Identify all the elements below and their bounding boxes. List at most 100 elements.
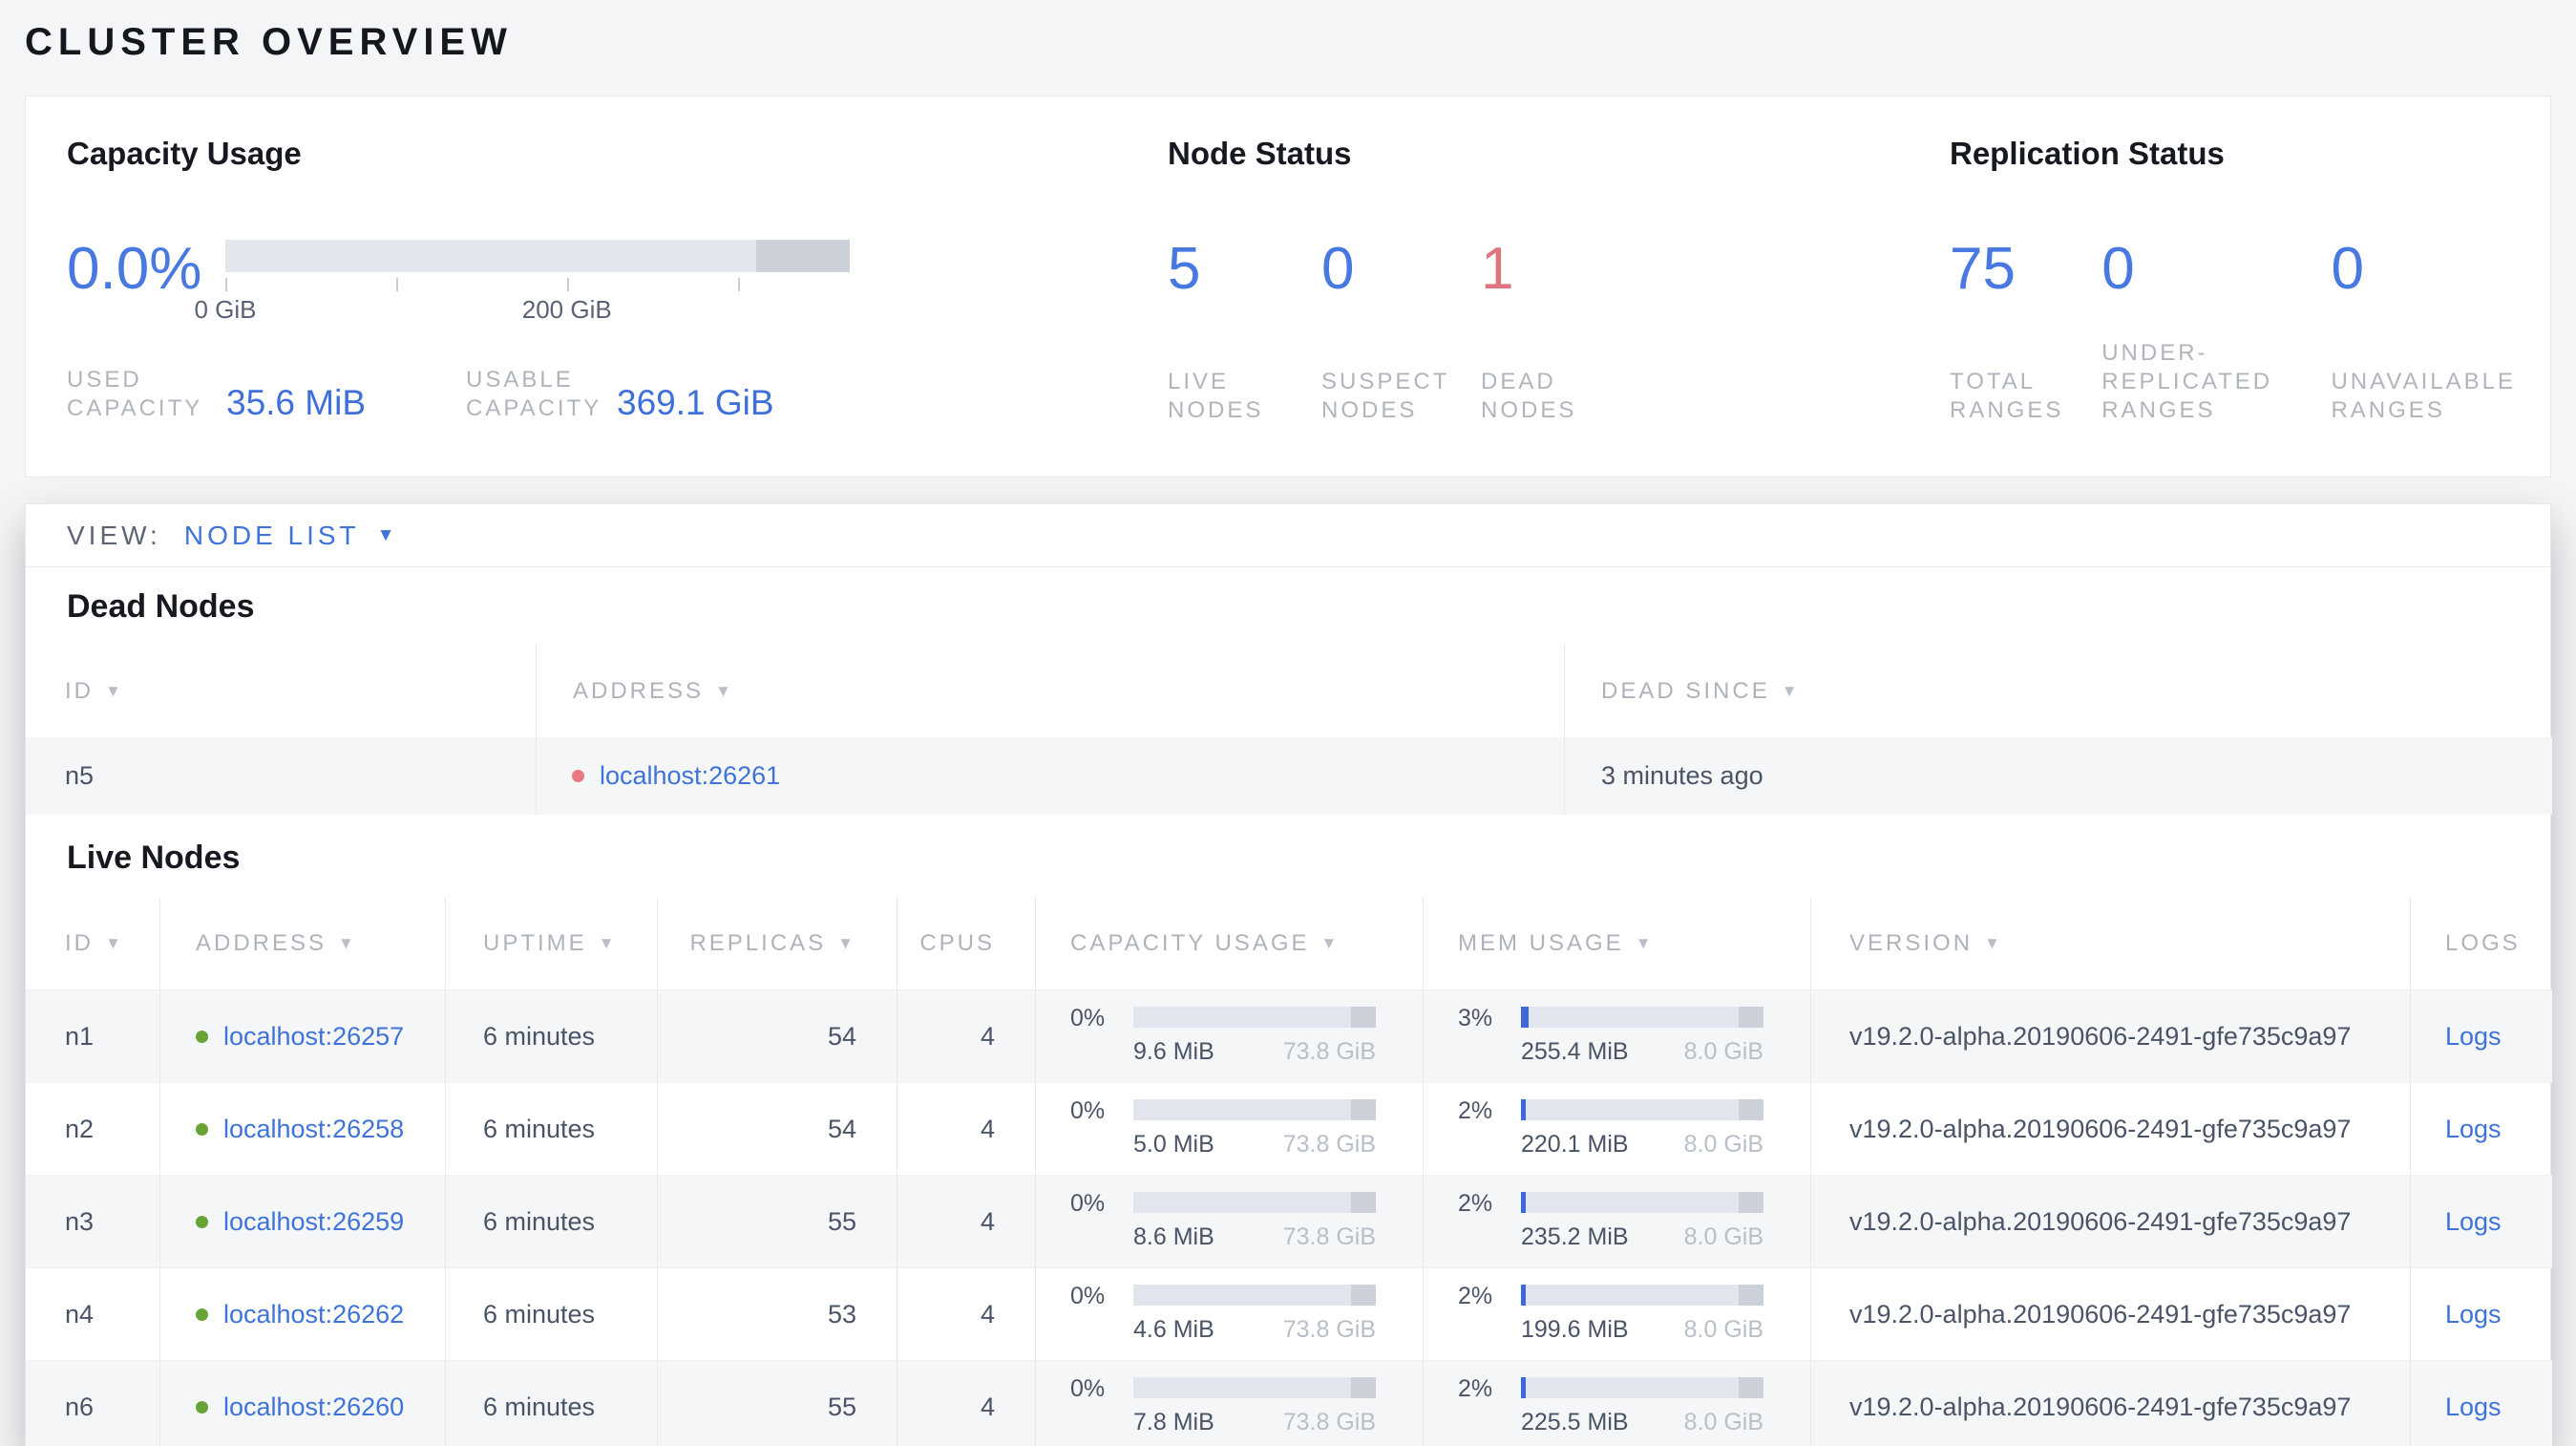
live-status-dot-icon <box>196 1308 208 1321</box>
capacity-bar-other-segment <box>755 240 850 272</box>
logs-link[interactable]: Logs <box>2445 1207 2502 1237</box>
node-id: n4 <box>26 1267 160 1360</box>
capacity-usage-bar-other-segment <box>1351 1285 1376 1306</box>
col-uptime[interactable]: UPTIME ▼ <box>446 898 658 989</box>
capacity-used-value: 8.6 MiB <box>1133 1223 1214 1250</box>
logs-link[interactable]: Logs <box>2445 1022 2502 1052</box>
sort-arrow-icon: ▼ <box>837 934 856 952</box>
mem-usage-bar <box>1521 1099 1763 1120</box>
axis-tick <box>396 278 399 291</box>
capacity-usage-bar-other-segment <box>1351 1099 1376 1120</box>
col-version[interactable]: VERSION ▼ <box>1811 898 2411 989</box>
live-status-dot-icon <box>196 1030 208 1043</box>
node-address-link[interactable]: localhost:26260 <box>223 1393 404 1422</box>
sort-arrow-icon: ▼ <box>1781 681 1801 700</box>
mem-usage-bar-fill <box>1521 1192 1527 1213</box>
sort-arrow-icon: ▼ <box>598 934 618 952</box>
node-version: v19.2.0-alpha.20190606-2491-gfe735c9a97 <box>1811 1267 2411 1360</box>
dead-col-dead-since[interactable]: DEAD SINCE ▼ <box>1565 645 2552 737</box>
mem-percent-label: 2% <box>1458 1375 1493 1402</box>
col-mem-usage[interactable]: MEM USAGE ▼ <box>1424 898 1811 989</box>
col-id[interactable]: ID ▼ <box>26 898 160 989</box>
node-uptime: 6 minutes <box>446 989 658 1082</box>
node-version: v19.2.0-alpha.20190606-2491-gfe735c9a97 <box>1811 1082 2411 1175</box>
capacity-total-value: 73.8 GiB <box>1282 1409 1376 1435</box>
sort-arrow-icon: ▼ <box>1984 934 2003 952</box>
node-address-link[interactable]: localhost:26257 <box>223 1022 404 1052</box>
capacity-bar-track <box>225 240 850 272</box>
view-dropdown[interactable]: NODE LIST ▼ <box>184 521 399 551</box>
mem-used-value: 220.1 MiB <box>1521 1131 1629 1158</box>
axis-tick-label: 200 GiB <box>521 295 612 324</box>
dead-nodes-count: 1 <box>1481 236 1514 302</box>
sort-arrow-icon: ▼ <box>105 681 124 700</box>
node-status-title: Node Status <box>1168 136 1352 171</box>
col-address[interactable]: ADDRESS ▼ <box>160 898 446 989</box>
sort-arrow-icon: ▼ <box>105 934 124 952</box>
node-replicas: 54 <box>658 989 897 1082</box>
node-uptime: 6 minutes <box>446 1175 658 1267</box>
logs-link[interactable]: Logs <box>2445 1300 2502 1329</box>
capacity-usage-bar-other-segment <box>1351 1192 1376 1213</box>
axis-tick <box>225 278 227 291</box>
node-capacity-usage: 0% 5.0 MiB 73.8 GiB <box>1036 1082 1424 1175</box>
cluster-overview-page: CLUSTER OVERVIEW Capacity Usage 0.0% 0 G… <box>0 21 2576 1446</box>
dead-node-address-cell: localhost:26261 <box>537 737 1565 815</box>
capacity-used-value: 4.6 MiB <box>1133 1316 1214 1343</box>
under-replicated-ranges-count: 0 <box>2101 236 2135 302</box>
axis-tick <box>566 278 569 291</box>
capacity-percent-label: 0% <box>1070 1005 1106 1031</box>
node-status-section: Node Status 5 LIVE NODES 0 SUSPECT NODES… <box>1139 135 1919 477</box>
node-uptime: 6 minutes <box>446 1267 658 1360</box>
node-address-link[interactable]: localhost:26259 <box>223 1207 404 1237</box>
node-capacity-usage: 0% 8.6 MiB 73.8 GiB <box>1036 1175 1424 1267</box>
mem-usage-bar-fill <box>1521 1099 1527 1120</box>
node-mem-usage: 2% 199.6 MiB 8.0 GiB <box>1424 1267 1811 1360</box>
col-logs: LOGS <box>2445 930 2521 956</box>
node-address-link[interactable]: localhost:26261 <box>600 761 780 791</box>
mem-percent-label: 2% <box>1458 1190 1493 1217</box>
capacity-usage-bar <box>1133 1285 1376 1306</box>
node-address-link[interactable]: localhost:26258 <box>223 1115 404 1144</box>
mem-usage-bar-fill <box>1521 1377 1527 1398</box>
mem-usage-bar <box>1521 1285 1763 1306</box>
capacity-total-value: 73.8 GiB <box>1282 1316 1376 1343</box>
mem-usage-bar-other-segment <box>1739 1285 1763 1306</box>
total-ranges-count: 75 <box>1950 236 2016 302</box>
node-capacity-usage: 0% 4.6 MiB 73.8 GiB <box>1036 1267 1424 1360</box>
unavailable-ranges-label: UNAVAILABLE RANGES <box>2331 369 2516 423</box>
dead-col-address[interactable]: ADDRESS ▼ <box>537 645 1565 737</box>
node-capacity-usage: 0% 9.6 MiB 73.8 GiB <box>1036 989 1424 1082</box>
replication-status-title: Replication Status <box>1950 136 2225 171</box>
summary-panel: Capacity Usage 0.0% 0 GiB 200 GiB USED C… <box>25 96 2551 478</box>
node-replicas: 55 <box>658 1175 897 1267</box>
logs-link[interactable]: Logs <box>2445 1393 2502 1422</box>
col-replicas[interactable]: REPLICAS ▼ <box>658 898 897 989</box>
mem-used-value: 199.6 MiB <box>1521 1316 1629 1343</box>
mem-total-value: 8.0 GiB <box>1683 1038 1763 1065</box>
mem-usage-bar-other-segment <box>1739 1192 1763 1213</box>
node-id: n2 <box>26 1082 160 1175</box>
capacity-usage-bar <box>1133 1007 1376 1028</box>
node-capacity-usage: 0% 7.8 MiB 73.8 GiB <box>1036 1360 1424 1446</box>
dead-status-dot-icon <box>572 770 584 782</box>
capacity-axis-ticks <box>225 272 850 291</box>
node-logs-cell: Logs <box>2411 1360 2552 1446</box>
live-nodes-heading: Live Nodes <box>67 840 241 876</box>
dead-col-id[interactable]: ID ▼ <box>26 645 537 737</box>
mem-used-value: 225.5 MiB <box>1521 1409 1629 1435</box>
capacity-usage-bar-other-segment <box>1351 1007 1376 1028</box>
node-version: v19.2.0-alpha.20190606-2491-gfe735c9a97 <box>1811 1175 2411 1267</box>
capacity-used-value: 7.8 MiB <box>1133 1409 1214 1435</box>
capacity-percent-label: 0% <box>1070 1097 1106 1124</box>
node-address-link[interactable]: localhost:26262 <box>223 1300 404 1329</box>
dead-node-id: n5 <box>26 737 537 815</box>
node-logs-cell: Logs <box>2411 989 2552 1082</box>
col-capacity-usage[interactable]: CAPACITY USAGE ▼ <box>1036 898 1424 989</box>
node-id: n6 <box>26 1360 160 1446</box>
suspect-nodes-stat: 0 SUSPECT NODES <box>1321 240 1481 425</box>
mem-used-value: 235.2 MiB <box>1521 1223 1629 1250</box>
logs-link[interactable]: Logs <box>2445 1115 2502 1144</box>
replication-status-section: Replication Status 75 TOTAL RANGES 0 UND… <box>1919 135 2550 477</box>
capacity-total-value: 73.8 GiB <box>1282 1223 1376 1250</box>
